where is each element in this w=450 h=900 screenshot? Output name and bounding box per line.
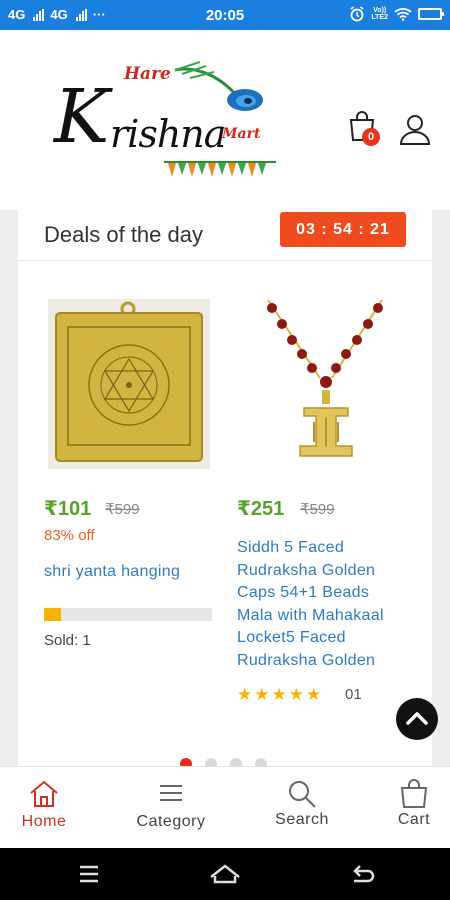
volte-top: Vo)): [373, 7, 387, 14]
volte-bottom: LTE2: [371, 14, 388, 21]
garland-icon: [164, 161, 276, 177]
brand-logo[interactable]: Hare K rishna Mart: [52, 61, 288, 212]
recent-apps-icon[interactable]: [77, 862, 101, 886]
divider: [18, 260, 432, 261]
system-navigation-bar: [0, 848, 450, 900]
volte-icon: Vo)) LTE2: [371, 7, 388, 21]
sold-count: Sold: 1: [44, 632, 91, 649]
search-icon: [289, 781, 316, 808]
nav-category[interactable]: Category: [121, 767, 221, 849]
logo-hare-text: Hare: [124, 64, 171, 84]
product-price: ₹251: [237, 498, 285, 520]
chevron-up-icon: [406, 712, 428, 725]
status-right: Vo)) LTE2: [349, 6, 444, 22]
wifi-icon: [394, 8, 412, 21]
rating-count: 01: [345, 686, 362, 703]
nav-category-label: Category: [136, 813, 206, 830]
rudraksha-mala-image: [267, 299, 383, 457]
product-mrp: ₹599: [300, 501, 335, 518]
product-name-line: Siddh 5 Faced: [237, 539, 345, 556]
nav-search-label: Search: [275, 811, 329, 828]
product-image-rudraksha-mala[interactable]: [240, 296, 410, 472]
star-rating-icon: ★★★★★: [237, 685, 324, 704]
peacock-feather-icon: [174, 61, 263, 111]
product-name-link[interactable]: shri yanta hanging: [44, 561, 180, 584]
logo-rishna-text: rishna: [110, 112, 226, 156]
header-cart-button[interactable]: 0: [346, 110, 386, 150]
shopping-bag-icon: [400, 779, 428, 808]
nav-cart[interactable]: Cart: [364, 767, 450, 849]
product-name-line: Rudraksha Golden: [237, 651, 376, 669]
product-name-line: Caps 54+1 Beads: [237, 584, 370, 601]
status-bar: 4G 4G ··· 20:05 Vo)) LTE2: [0, 0, 450, 30]
bottom-navigation: Home Category Search Cart: [0, 766, 450, 848]
shri-yantra-pendant-image: [48, 299, 210, 469]
scroll-to-top-button[interactable]: [396, 698, 438, 740]
product-name-link[interactable]: Siddh 5 Faced Rudraksha Golden Caps 54+1…: [237, 537, 384, 672]
nav-home[interactable]: Home: [0, 767, 94, 849]
nav-cart-label: Cart: [397, 811, 431, 828]
product-mrp: ₹599: [105, 501, 140, 518]
sold-progress-fill: [44, 608, 61, 621]
deals-card: Deals of the day 03 : 54 : 21 ₹101 ₹599 …: [18, 210, 432, 766]
user-icon: [399, 115, 431, 145]
product-discount: 83% off: [44, 527, 95, 544]
cart-count-badge: 0: [362, 128, 380, 146]
deal-countdown-timer: 03 : 54 : 21: [280, 212, 406, 247]
sold-progress-bar: [44, 608, 212, 621]
nav-search[interactable]: Search: [252, 767, 352, 849]
battery-icon: [418, 8, 444, 20]
account-button[interactable]: [398, 112, 432, 146]
logo-k-text: K: [54, 74, 110, 160]
home-system-icon[interactable]: [208, 862, 242, 886]
menu-icon: [160, 785, 182, 801]
product-price: ₹101: [44, 498, 92, 520]
nav-home-label: Home: [21, 813, 67, 830]
product-name-line: Locket5 Faced: [237, 629, 346, 646]
logo-mart-text: Mart: [222, 126, 261, 142]
back-icon[interactable]: [350, 862, 376, 886]
product-name-line: Mala with Mahakaal: [237, 606, 384, 624]
deals-title: Deals of the day: [44, 222, 203, 247]
app-header: Hare K rishna Mart 0: [0, 30, 450, 210]
product-name-line: Rudraksha Golden: [237, 561, 376, 579]
home-icon: [30, 780, 58, 807]
alarm-icon: [350, 6, 364, 22]
product-image-shri-yantra[interactable]: [48, 299, 210, 469]
